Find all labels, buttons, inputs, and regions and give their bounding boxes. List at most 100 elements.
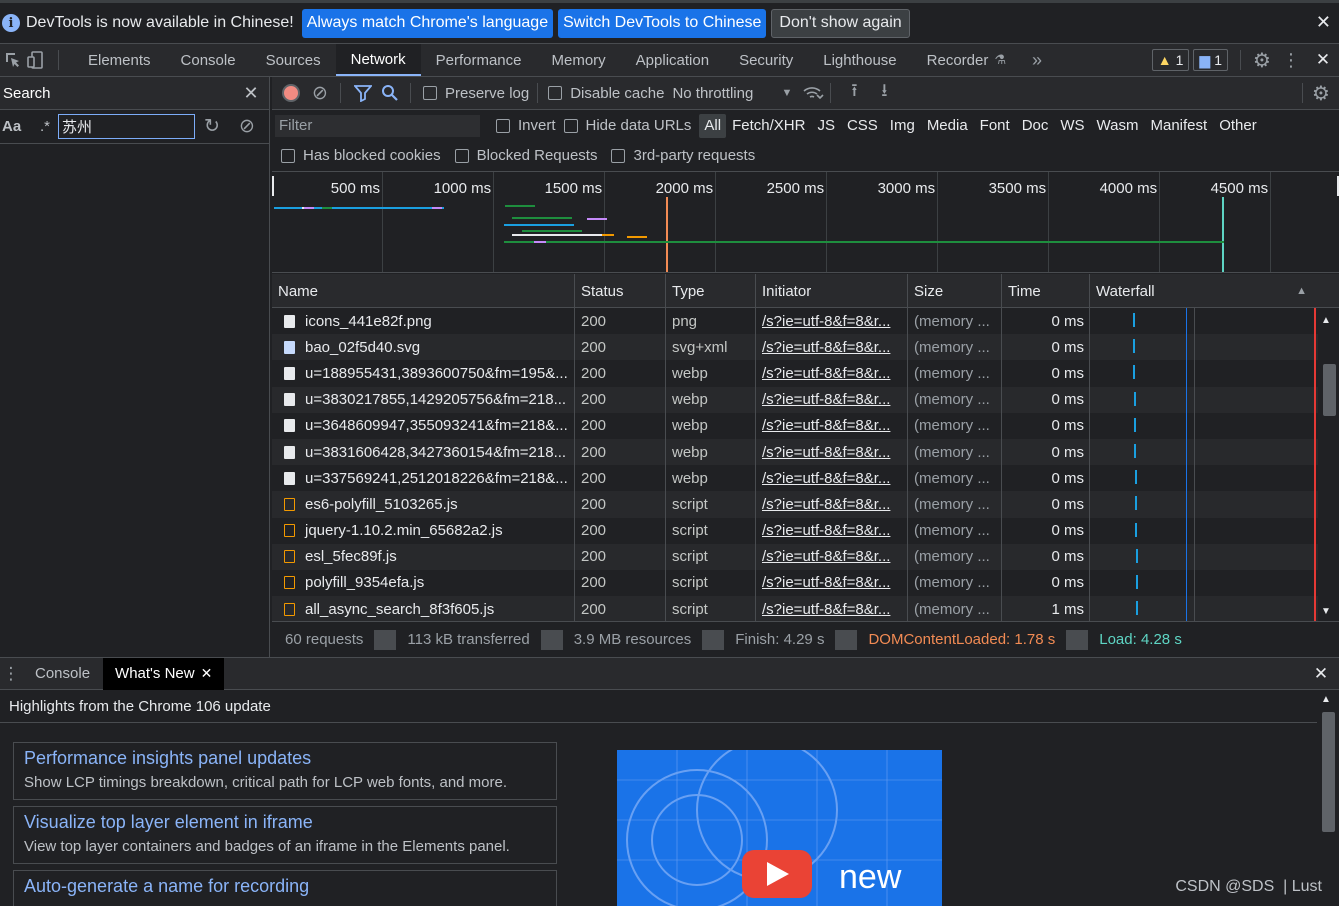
network-overview-timeline[interactable]: 500 ms 1000 ms 1500 ms 2000 ms 2500 ms 3000 m…	[272, 172, 1339, 273]
close-icon[interactable]: ✕	[1316, 12, 1331, 33]
column-header-waterfall[interactable]: Waterfall ▲	[1090, 274, 1319, 308]
column-header-name[interactable]: Name	[272, 274, 575, 308]
column-header-type[interactable]: Type	[666, 274, 756, 308]
tab-application[interactable]: Application	[621, 44, 724, 76]
table-row[interactable]: u=188955431,3893600750&fm=195&... 200 webp…	[272, 360, 1339, 387]
table-row[interactable]: u=3830217855,1429205756&fm=218... 200 webp…	[272, 386, 1339, 413]
network-conditions-icon[interactable]	[796, 84, 830, 102]
preserve-log-checkbox[interactable]: Preserve log	[423, 85, 529, 102]
table-row[interactable]: u=3831606428,3427360154&fm=218... 200 webp…	[272, 438, 1339, 466]
cell-initiator[interactable]: /s?ie=utf-8&f=8&r...	[756, 465, 908, 492]
blocked-cookies-checkbox[interactable]: Has blocked cookies	[281, 147, 441, 164]
record-button[interactable]	[282, 84, 300, 102]
export-har-icon[interactable]: ⭳	[869, 78, 899, 108]
network-settings-icon[interactable]: ⚙	[1303, 81, 1339, 106]
scroll-thumb[interactable]	[1322, 712, 1335, 832]
tab-sources[interactable]: Sources	[251, 44, 336, 76]
table-row[interactable]: es6-polyfill_5103265.js 200 script/s?ie=ut…	[272, 491, 1339, 518]
column-header-initiator[interactable]: Initiator	[756, 274, 908, 308]
cell-initiator[interactable]: /s?ie=utf-8&f=8&r...	[756, 360, 908, 387]
tab-network[interactable]: Network	[335, 44, 421, 76]
filter-type-img[interactable]: Img	[884, 114, 921, 138]
filter-type-css[interactable]: CSS	[841, 114, 884, 138]
kebab-menu-icon[interactable]: ⋮	[1275, 50, 1307, 71]
cell-initiator[interactable]: /s?ie=utf-8&f=8&r...	[756, 386, 908, 413]
match-case-toggle[interactable]: Aa	[2, 118, 26, 135]
column-header-time[interactable]: Time	[1002, 274, 1090, 308]
filter-type-ws[interactable]: WS	[1054, 114, 1090, 138]
drawer-tab-whats-new[interactable]: What's New ✕	[103, 657, 225, 690]
scroll-up-icon[interactable]: ▲	[1321, 694, 1331, 705]
table-row[interactable]: u=3648609947,355093241&fm=218&... 200 webp…	[272, 412, 1339, 439]
close-drawer-icon[interactable]: ✕	[1303, 664, 1339, 684]
filter-input[interactable]: Filter	[275, 114, 480, 137]
filter-type-fetchxhr[interactable]: Fetch/XHR	[726, 114, 811, 138]
card-title[interactable]: Performance insights panel updates	[24, 748, 546, 769]
scroll-thumb[interactable]	[1323, 364, 1336, 416]
tab-lighthouse[interactable]: Lighthouse	[808, 44, 911, 76]
close-devtools-icon[interactable]: ✕	[1307, 50, 1339, 70]
disable-cache-checkbox[interactable]: Disable cache	[548, 85, 664, 102]
more-tabs-icon[interactable]: »	[1025, 50, 1049, 71]
filter-type-other[interactable]: Other	[1213, 114, 1263, 138]
table-row[interactable]: polyfill_9354efa.js 200 script/s?ie=utf-8&…	[272, 569, 1339, 597]
card-title[interactable]: Visualize top layer element in iframe	[24, 812, 546, 833]
filter-type-doc[interactable]: Doc	[1016, 114, 1055, 138]
switch-chinese-button[interactable]: Switch DevTools to Chinese	[558, 8, 767, 38]
table-row[interactable]: all_async_search_8f3f605.js 200 script/s?i…	[272, 596, 1339, 621]
drawer-menu-icon[interactable]: ⋮	[0, 664, 22, 684]
dont-show-again-button[interactable]: Don't show again	[771, 8, 910, 38]
filter-funnel-icon[interactable]	[351, 84, 375, 102]
table-scrollbar[interactable]: ▲ ▼	[1318, 309, 1339, 621]
tab-elements[interactable]: Elements	[73, 44, 166, 76]
cell-initiator[interactable]: /s?ie=utf-8&f=8&r...	[756, 543, 908, 570]
search-input[interactable]	[58, 114, 195, 139]
table-row[interactable]: esl_5fec89f.js 200 script/s?ie=utf-8&f=8&r…	[272, 543, 1339, 570]
close-tab-icon[interactable]: ✕	[201, 665, 213, 682]
whats-new-video-thumbnail[interactable]: new	[617, 750, 942, 906]
clear-search-icon[interactable]: ⊘	[229, 115, 265, 138]
cell-initiator[interactable]: /s?ie=utf-8&f=8&r...	[756, 569, 908, 597]
filter-type-font[interactable]: Font	[974, 114, 1016, 138]
cell-initiator[interactable]: /s?ie=utf-8&f=8&r...	[756, 308, 908, 335]
invert-checkbox[interactable]: Invert	[496, 117, 556, 134]
match-language-button[interactable]: Always match Chrome's language	[301, 8, 554, 38]
search-icon[interactable]	[375, 84, 405, 102]
cell-initiator[interactable]: /s?ie=utf-8&f=8&r...	[756, 596, 908, 621]
import-har-icon[interactable]: ⭱	[839, 78, 869, 108]
throttling-select[interactable]: No throttling ▼	[672, 85, 796, 102]
whats-new-card[interactable]: Visualize top layer element in iframe Vi…	[13, 806, 557, 864]
column-header-size[interactable]: Size	[908, 274, 1002, 308]
table-row[interactable]: icons_441e82f.png 200 png/s?ie=utf-8&f=8&r…	[272, 308, 1339, 335]
inspect-element-icon[interactable]	[2, 51, 24, 69]
messages-badge[interactable]: ▆ 1	[1193, 49, 1228, 71]
tab-recorder[interactable]: Recorder ⚗	[912, 44, 1021, 76]
refresh-icon[interactable]: ↻	[195, 115, 229, 138]
scroll-up-icon[interactable]: ▲	[1321, 315, 1331, 326]
blocked-requests-checkbox[interactable]: Blocked Requests	[454, 147, 597, 164]
cell-initiator[interactable]: /s?ie=utf-8&f=8&r...	[756, 491, 908, 518]
third-party-checkbox[interactable]: 3rd-party requests	[611, 147, 755, 164]
table-row[interactable]: jquery-1.10.2.min_65682a2.js 200 script/s?…	[272, 517, 1339, 544]
settings-gear-icon[interactable]: ⚙	[1249, 48, 1275, 73]
whats-new-card[interactable]: Auto-generate a name for recording	[13, 870, 557, 906]
filter-type-manifest[interactable]: Manifest	[1145, 114, 1214, 138]
filter-type-js[interactable]: JS	[811, 114, 841, 138]
tab-security[interactable]: Security	[724, 44, 808, 76]
table-row[interactable]: bao_02f5d40.svg 200 svg+xml/s?ie=utf-8&f=8…	[272, 334, 1339, 361]
cell-initiator[interactable]: /s?ie=utf-8&f=8&r...	[756, 334, 908, 361]
regex-toggle[interactable]: .*	[36, 118, 54, 135]
tab-performance[interactable]: Performance	[421, 44, 537, 76]
sort-ascending-icon[interactable]: ▲	[1296, 285, 1307, 297]
close-search-icon[interactable]: ✕	[233, 83, 269, 104]
filter-type-wasm[interactable]: Wasm	[1091, 114, 1145, 138]
tab-console[interactable]: Console	[166, 44, 251, 76]
table-row[interactable]: u=337569241,2512018226&fm=218&... 200 webp…	[272, 465, 1339, 492]
device-toggle-icon[interactable]	[24, 51, 48, 69]
filter-type-media[interactable]: Media	[921, 114, 974, 138]
filter-type-all[interactable]: All	[699, 113, 727, 138]
cell-initiator[interactable]: /s?ie=utf-8&f=8&r...	[756, 412, 908, 439]
overview-left-handle[interactable]	[272, 176, 274, 196]
drawer-scrollbar[interactable]: ▲	[1318, 690, 1339, 906]
hide-data-urls-checkbox[interactable]: Hide data URLs	[563, 117, 691, 134]
